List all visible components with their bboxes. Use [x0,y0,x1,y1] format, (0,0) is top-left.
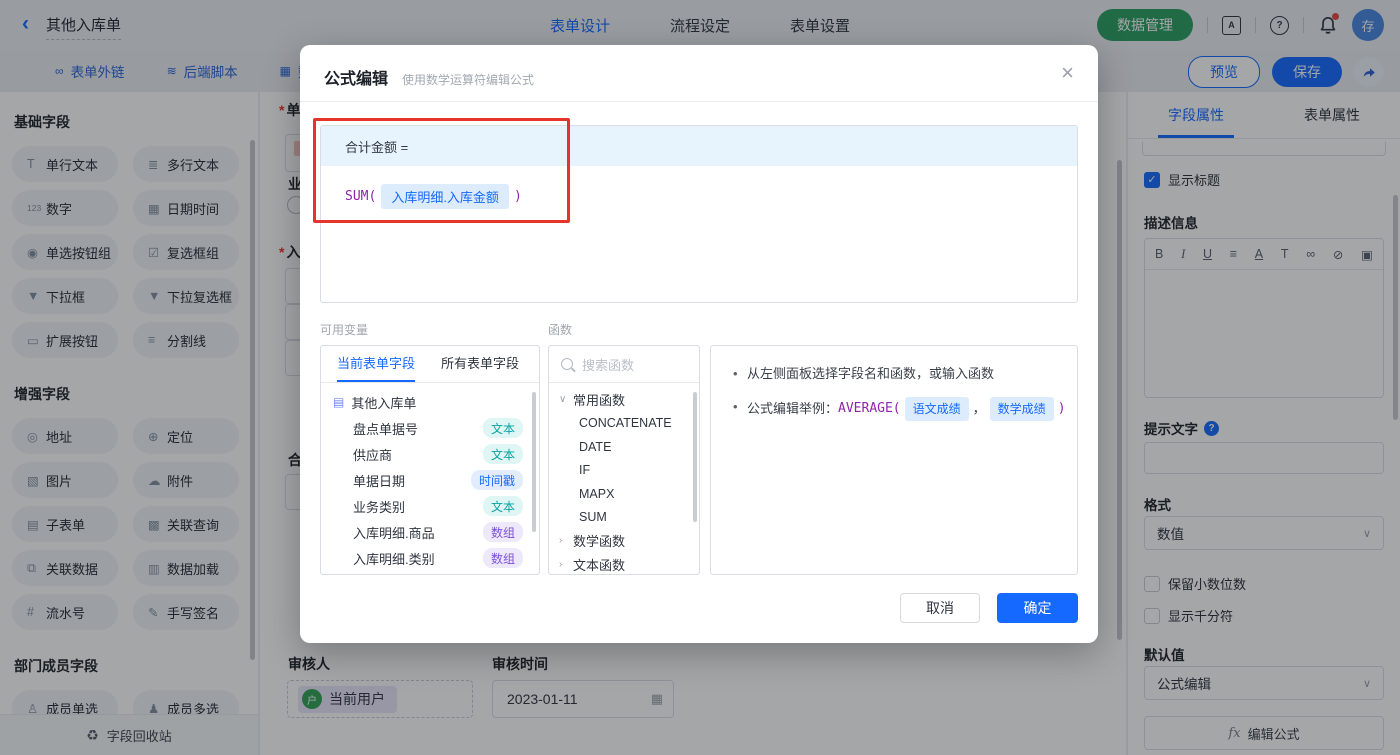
function-label: MAPX [579,486,615,501]
function-label: 文本函数 [573,557,626,573]
variable-name: 业务类别 [353,499,406,515]
variable-row[interactable]: 入库明细.商品 数组 [321,519,539,545]
formula-editor[interactable]: 合计金额 = SUM( 入库明细.入库金额 ) [320,125,1078,303]
hint-field-chip-2: 数学成绩 [989,397,1054,421]
tab-all-form-fields[interactable]: 所有表单字段 [441,346,519,382]
variable-type-badge: 时间戳 [470,470,523,490]
variable-row[interactable]: 业务类别 文本 [321,493,539,519]
function-label: SUM [579,510,607,525]
bullet-icon: • [733,366,738,381]
variable-name: 入库明细.商品 [353,525,435,541]
confirm-button[interactable]: 确定 [997,593,1078,623]
formula-function-open: SUM( [345,189,377,204]
function-label: 数学函数 [573,534,626,550]
hint-line-2: • 公式编辑举例： AVERAGE( 语文成绩 ， 数学成绩 ) [733,397,1077,421]
formula-target: 合计金额 = [321,126,1077,166]
hint-comma: ， [972,401,986,416]
function-search-placeholder: 搜索函数 [582,357,635,373]
chevron-icon: ∨ [559,394,567,406]
modal-title: 公式编辑 [324,71,389,88]
variable-row[interactable]: 单据日期 时间戳 [321,467,539,493]
variable-row[interactable]: 供应商 文本 [321,441,539,467]
functions-list: ∨ 常用函数 CONCATENATE DATE IF MAPX SUM › 数学函数 › 文本函数 [549,383,699,575]
function-item-row[interactable]: SUM [549,506,699,530]
bullet-icon: • [733,399,738,414]
function-group-row[interactable]: › 数学函数 [549,529,699,553]
formula-function-close: ) [513,189,522,204]
modal-header-divider [300,101,1098,102]
hint-field-chip-1: 语文成绩 [904,397,969,421]
variables-tabs: 当前表单字段 所有表单字段 [321,346,539,383]
tab-current-form-fields[interactable]: 当前表单字段 [337,346,416,382]
function-search-box[interactable]: 搜索函数 [549,346,699,383]
functions-scrollbar[interactable] [693,392,697,522]
variable-name: 盘点单据号 [353,421,419,437]
variable-name: 单据日期 [353,473,406,489]
variable-type-badge: 文本 [482,418,523,438]
function-item-row[interactable]: IF [549,459,699,483]
variables-panel: 当前表单字段 所有表单字段 ▤ 其他入库单 盘点单据号 文本 供应商 文本 单据日期 时间… [320,345,540,575]
formula-expression[interactable]: SUM( 入库明细.入库金额 ) [321,166,1077,227]
function-item-row[interactable]: DATE [549,435,699,459]
formula-edit-modal: 公式编辑 使用数学运算符编辑公式 × 合计金额 = SUM( 入库明细.入库金额… [300,45,1098,643]
chevron-icon: › [559,535,563,547]
variable-row[interactable]: 入库明细.类别 数组 [321,545,539,571]
variable-type-badge: 文本 [482,496,523,516]
variable-name: 入库明细.类别 [353,551,435,567]
variables-field-rows: 盘点单据号 文本 供应商 文本 单据日期 时间戳 业务类别 文本 入库明细.商品 数组 入库明细.类… [321,415,539,571]
variables-scrollbar[interactable] [532,392,536,532]
hint-function-close: ) [1057,401,1066,416]
variables-root-label: 其他入库单 [351,395,417,411]
variable-type-badge: 文本 [482,444,523,464]
variables-section-label: 可用变量 [320,323,369,337]
modal-subtitle: 使用数学运算符编辑公式 [402,73,535,87]
hint-line-1: • 从左侧面板选择字段名和函数，或输入函数 [733,364,1077,384]
functions-panel: 搜索函数 ∨ 常用函数 CONCATENATE DATE IF MAPX SUM › 数学函数 ›… [548,345,700,575]
form-designer-app: ‹ 其他入库单 表单设计 流程设定 表单设置 数据管理 A ? 存 ∞ 表单外链 ≋… [0,0,1400,755]
function-label: 常用函数 [573,393,626,409]
hint-function-open: AVERAGE( [838,401,901,416]
function-group-row[interactable]: › 文本函数 [549,553,699,575]
hint-example-prefix: 公式编辑举例： [747,401,839,416]
variable-type-badge: 数组 [482,522,523,542]
variable-name: 供应商 [353,447,393,463]
variable-type-badge: 数组 [482,548,523,568]
variables-root-row[interactable]: ▤ 其他入库单 [321,389,539,415]
hints-panel: • 从左侧面板选择字段名和函数，或输入函数 • 公式编辑举例： AVERAGE(… [710,345,1078,575]
functions-section-label: 函数 [548,323,573,337]
function-item-row[interactable]: CONCATENATE [549,412,699,436]
variable-row[interactable]: 盘点单据号 文本 [321,415,539,441]
function-label: CONCATENATE [579,416,672,431]
function-label: IF [579,463,591,478]
form-doc-icon: ▤ [333,395,345,409]
variables-list: ▤ 其他入库单 盘点单据号 文本 供应商 文本 单据日期 时间戳 业务类别 文本 入库明细.商品… [321,383,539,571]
cancel-button[interactable]: 取消 [900,593,980,623]
chevron-icon: › [559,558,563,570]
formula-field-chip[interactable]: 入库明细.入库金额 [381,184,509,209]
function-group-row[interactable]: ∨ 常用函数 [549,388,699,412]
close-icon[interactable]: × [1061,61,1074,85]
function-item-row[interactable]: MAPX [549,482,699,506]
function-label: DATE [579,439,612,454]
search-icon [561,358,573,370]
